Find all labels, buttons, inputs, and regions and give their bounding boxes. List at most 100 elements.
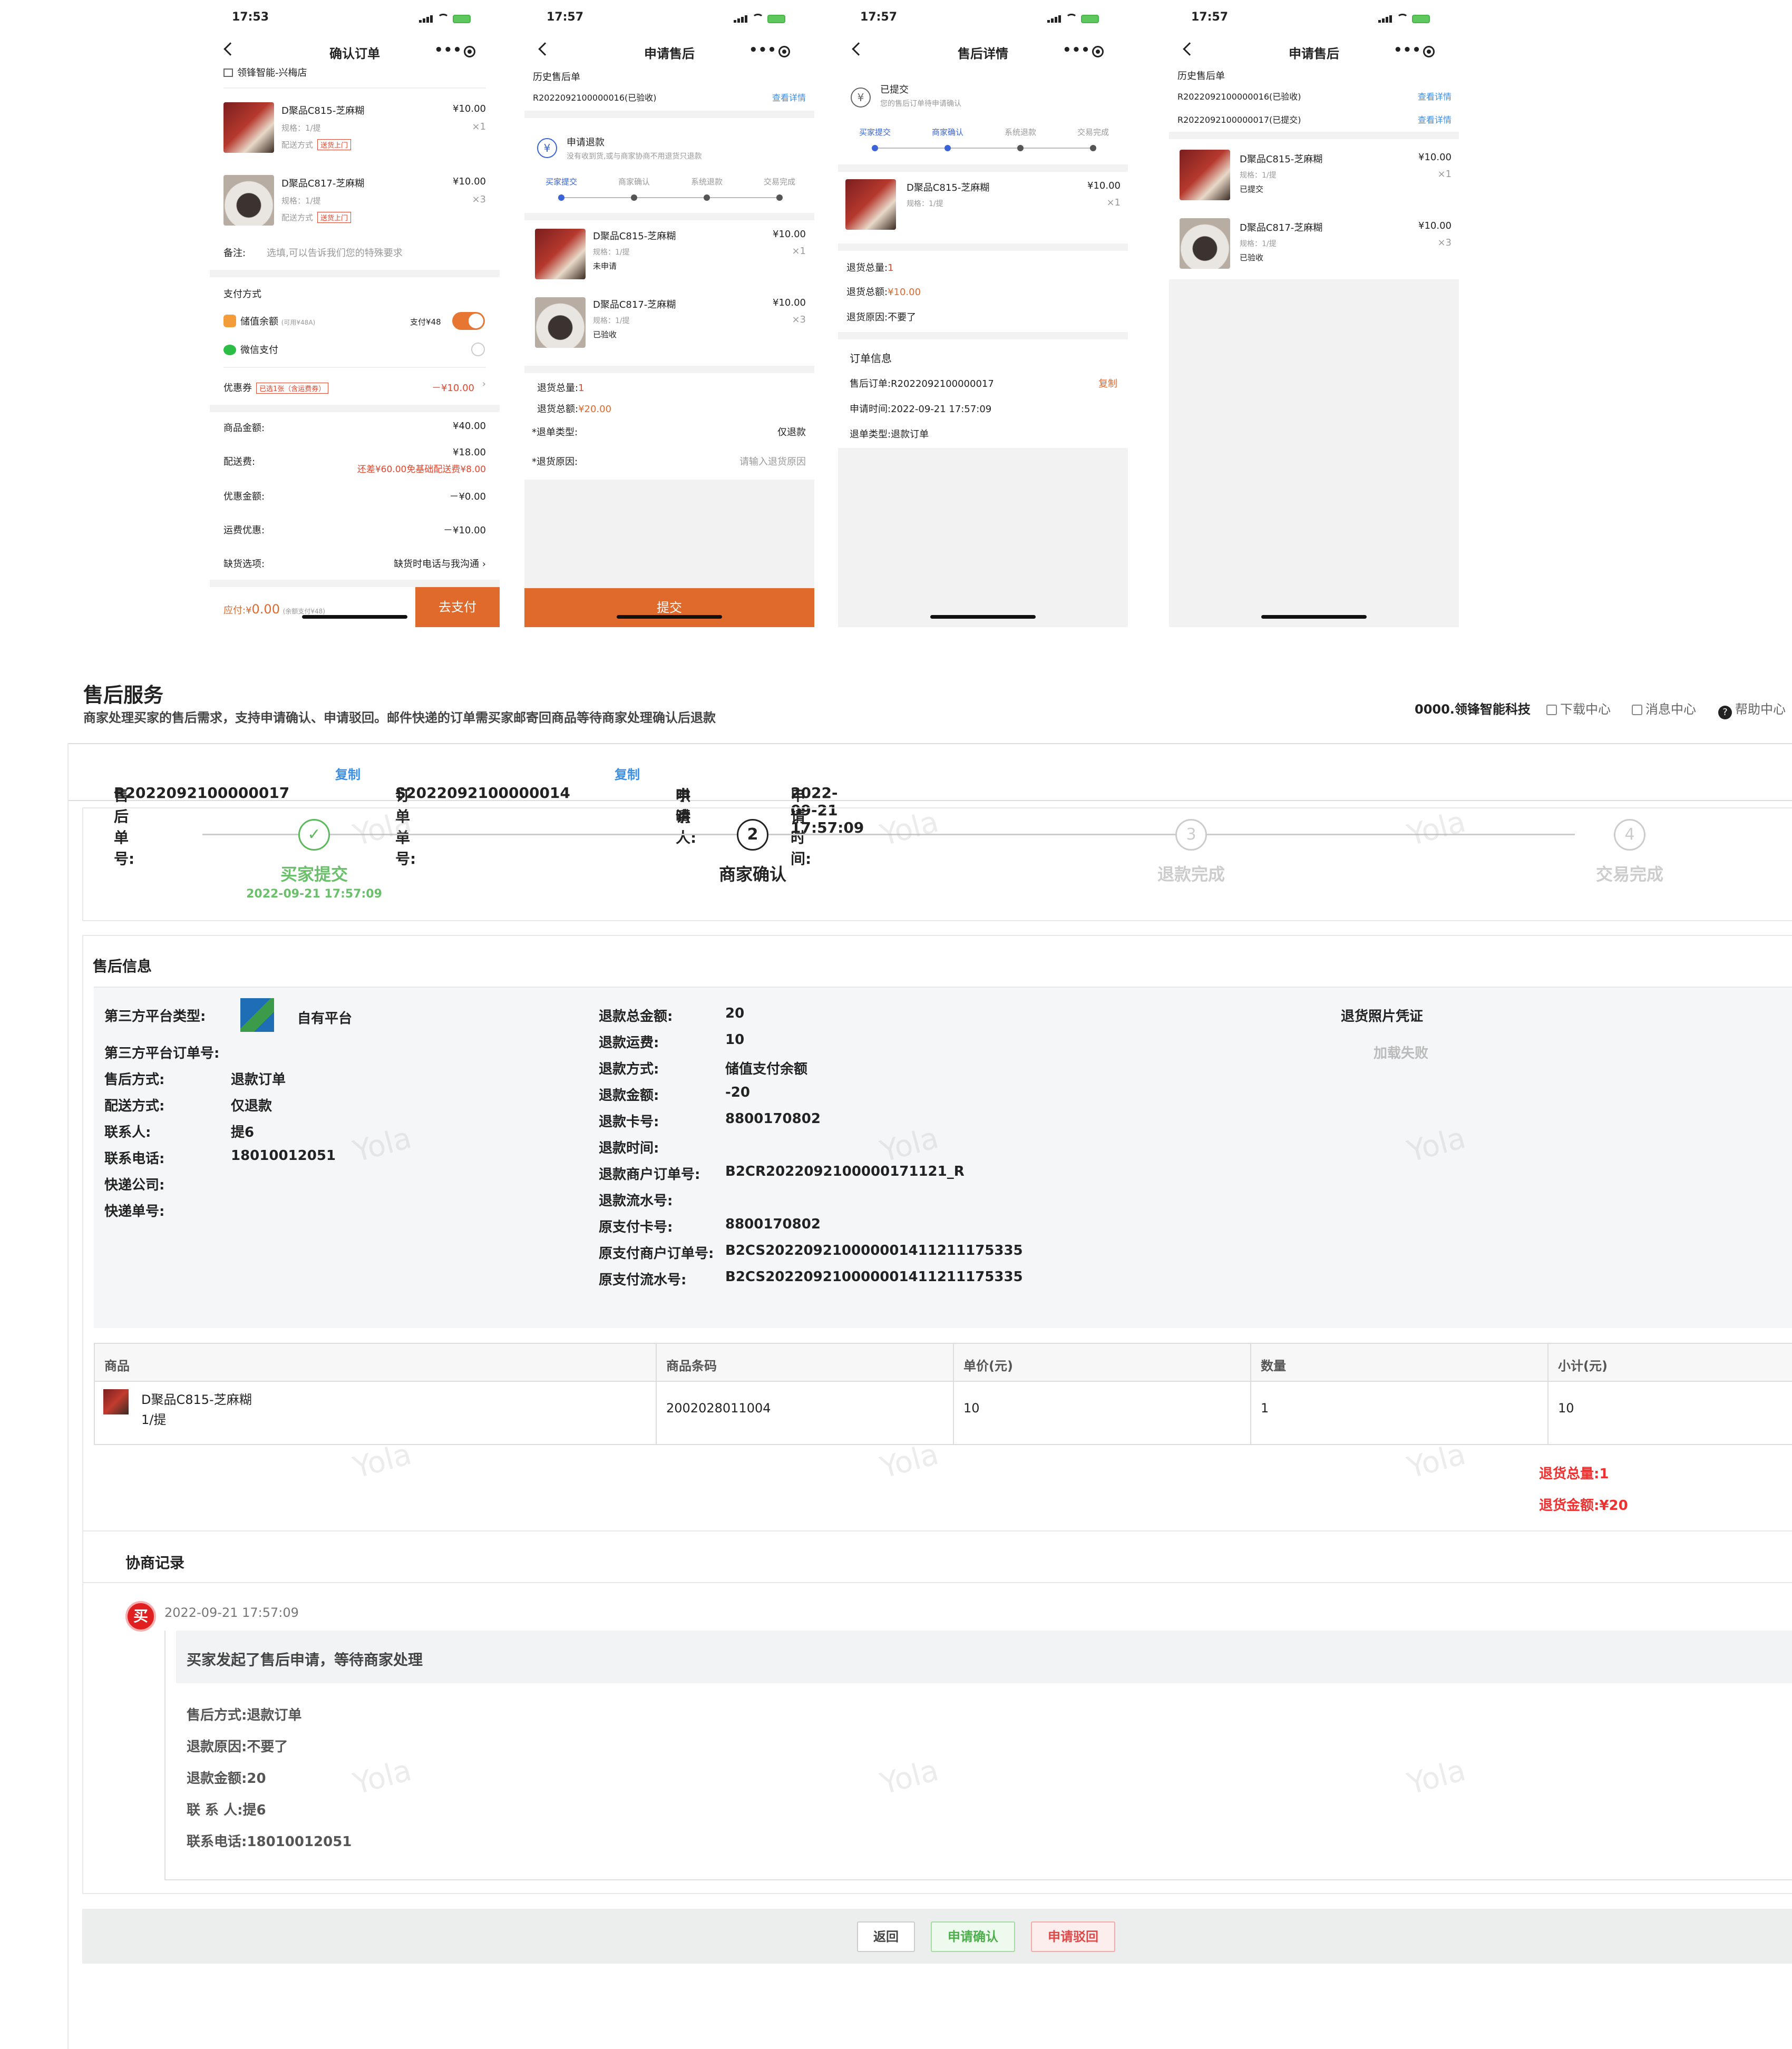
- record-body: 买家发起了售后申请，等待商家处理 售后方式:退款订单 退款原因:不要了 退款金额…: [164, 1631, 1792, 1880]
- history-order-no: R2022092100000017(已提交): [1177, 115, 1301, 125]
- home-indicator: [930, 615, 1036, 619]
- step-label: 买家提交: [280, 864, 348, 884]
- more-icon[interactable]: •••: [1394, 42, 1421, 58]
- record-line: 联 系 人:提6: [187, 1802, 266, 1818]
- list-item[interactable]: D聚品C815-芝麻糊 规格：1/提 配送方式 送货上门 ¥10.00 ×1: [223, 98, 486, 167]
- close-capsule-icon[interactable]: [464, 46, 475, 57]
- refund-subtitle: 没有收到货,或与商家协商不用退货只退款: [567, 152, 702, 161]
- pay-wechat-row[interactable]: 微信支付: [223, 343, 278, 356]
- shortage-select[interactable]: 缺货时电话与我沟通 ›: [394, 557, 486, 570]
- copy-order-no-button[interactable]: 复制: [615, 764, 640, 783]
- return-total-amount: 退货金额:¥20: [1539, 1498, 1628, 1514]
- record-date: 2022-09-21 17:57:09: [164, 1605, 299, 1620]
- coupon-row[interactable]: 优惠券 已选1张（含运费券）: [223, 380, 329, 394]
- status-time: 17:53: [232, 11, 269, 24]
- step-dot: [776, 194, 783, 201]
- back-button[interactable]: 返回: [857, 1921, 915, 1952]
- balance-toggle[interactable]: [452, 312, 485, 330]
- help-icon: ?: [1718, 706, 1732, 719]
- step-dot: [1090, 145, 1096, 151]
- refund-type-value[interactable]: 仅退款: [777, 425, 806, 438]
- pay-wechat-label: 微信支付: [240, 345, 278, 356]
- wechat-icon: [223, 345, 236, 355]
- close-capsule-icon[interactable]: [778, 46, 790, 57]
- admin-after-sale-page: 售后服务 商家处理买家的售后需求，支持申请确认、申请驳回。邮件快递的订单需买家邮…: [0, 669, 1792, 2049]
- list-item[interactable]: D聚品C817-芝麻糊 规格：1/提 已验收 ¥10.00 ×3: [1180, 218, 1452, 276]
- close-capsule-icon[interactable]: [1423, 46, 1435, 57]
- th-price: 单价(元): [963, 1359, 1013, 1373]
- negotiation-header: 协商记录: [83, 1530, 1792, 1583]
- confirm-button[interactable]: 申请确认: [931, 1921, 1015, 1952]
- product-spec: 规格：1/提: [281, 123, 321, 133]
- step-label: 买家提交: [545, 177, 577, 187]
- product-status: 已验收: [593, 330, 617, 339]
- store-label: 领锋智能-兴梅店: [237, 67, 307, 79]
- reason-input[interactable]: 请输入退货原因: [739, 454, 806, 468]
- product-image: [103, 1389, 129, 1414]
- history-view-link[interactable]: 查看详情: [1418, 113, 1452, 125]
- signal-icon: [419, 15, 434, 23]
- step-label: 系统退款: [690, 177, 723, 187]
- status-time: 17:57: [547, 11, 584, 24]
- help-center[interactable]: ? 帮助中心: [1718, 699, 1786, 719]
- payable-label: 应付:¥: [223, 605, 252, 616]
- copy-button[interactable]: 复制: [1098, 376, 1117, 390]
- td-subtotal: 10: [1558, 1401, 1574, 1416]
- record-line: 售后方式:退款订单: [187, 1707, 302, 1723]
- history-view-link[interactable]: 查看详情: [772, 91, 806, 103]
- product-price: ¥10.00: [773, 297, 806, 308]
- list-item[interactable]: D聚品C815-芝麻糊 规格：1/提 已提交 ¥10.00 ×1: [1180, 150, 1452, 208]
- mini-capsule: •••: [1052, 40, 1117, 63]
- store-icon: [223, 69, 233, 77]
- list-item[interactable]: D聚品C817-芝麻糊 规格：1/提 配送方式 送货上门 ¥10.00 ×3: [223, 171, 486, 239]
- goods-amount: ¥40.00: [453, 421, 486, 432]
- more-icon[interactable]: •••: [434, 42, 462, 58]
- pay-balance-row[interactable]: 储值余额 (可用¥48A): [223, 314, 315, 328]
- wechat-radio[interactable]: [471, 343, 485, 356]
- record-message: 买家发起了售后申请，等待商家处理: [176, 1631, 1792, 1683]
- td-qty: 1: [1261, 1401, 1269, 1416]
- list-item[interactable]: D聚品C815-芝麻糊 规格：1/提 未申请 ¥10.00 ×1: [535, 227, 806, 290]
- discount-amount: －¥0.00: [449, 491, 486, 502]
- col-divider: [1547, 1344, 1548, 1444]
- pay-method-title: 支付方式: [223, 289, 261, 300]
- apply-time-row: 申请时间:2022-09-21 17:57:09: [850, 404, 992, 415]
- step-circle: 3: [1175, 819, 1207, 851]
- copy-after-no-button[interactable]: 复制: [335, 764, 361, 783]
- col-divider: [656, 1344, 657, 1444]
- close-capsule-icon[interactable]: [1092, 46, 1104, 57]
- pay-button[interactable]: 去支付: [415, 587, 500, 627]
- mini-capsule: •••: [424, 40, 489, 63]
- company-name[interactable]: 0000.领锋智能科技: [1415, 699, 1531, 717]
- product-image: [223, 175, 274, 226]
- delivery-label: 配送费:: [223, 456, 256, 467]
- wifi-icon: [437, 14, 449, 23]
- more-icon[interactable]: •••: [749, 42, 777, 58]
- status-time: 17:57: [1191, 11, 1229, 24]
- return-total-qty: 退货总量:1: [1539, 1466, 1609, 1482]
- submit-button[interactable]: 提交: [524, 588, 814, 627]
- pay-balance-amount: 支付¥48: [410, 317, 441, 327]
- download-center[interactable]: 下载中心: [1546, 699, 1611, 717]
- photo-load-failed[interactable]: 加载失败: [1374, 1042, 1428, 1062]
- td-barcode: 2002028011004: [666, 1401, 771, 1416]
- history-view-link[interactable]: 查看详情: [1418, 90, 1452, 102]
- product-name: D聚品C817-芝麻糊: [1240, 222, 1323, 233]
- refund-icon: ¥: [851, 87, 871, 108]
- product-qty: ×1: [1106, 197, 1121, 208]
- wallet-icon: [223, 315, 236, 327]
- product-price: ¥10.00: [1418, 152, 1452, 163]
- more-icon[interactable]: •••: [1063, 42, 1090, 58]
- list-item[interactable]: D聚品C817-芝麻糊 规格：1/提 已验收 ¥10.00 ×3: [535, 295, 806, 358]
- td-goods-spec: 1/提: [141, 1412, 167, 1427]
- list-item[interactable]: D聚品C815-芝麻糊 规格：1/提 ¥10.00 ×1: [845, 177, 1121, 240]
- history-order-no: R2022092100000016(已验收): [1177, 92, 1301, 102]
- remark-input[interactable]: 选填,可以告诉我们您的特殊要求: [267, 246, 403, 259]
- battery-icon: [1081, 15, 1099, 23]
- message-center[interactable]: 消息中心: [1632, 699, 1696, 717]
- step-circle: 4: [1614, 819, 1645, 851]
- product-image: [535, 229, 586, 279]
- product-spec: 规格：1/提: [593, 317, 630, 325]
- divider: [838, 243, 1128, 251]
- reject-button[interactable]: 申请驳回: [1031, 1921, 1115, 1952]
